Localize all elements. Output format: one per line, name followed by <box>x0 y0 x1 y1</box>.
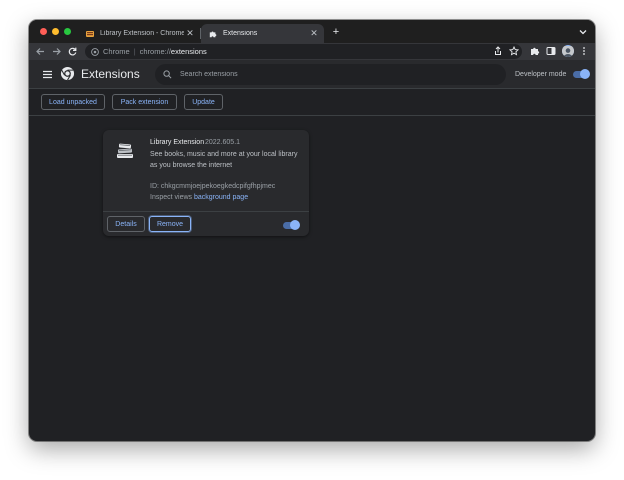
details-button[interactable]: Details <box>107 216 145 232</box>
site-name: Chrome <box>103 47 130 56</box>
reload-icon[interactable] <box>67 46 78 57</box>
developer-action-bar: Load unpacked Pack extension Update <box>29 89 595 116</box>
tab-extensions[interactable]: Extensions ✕ <box>201 24 324 43</box>
toggle-knob <box>290 220 300 230</box>
tab-library-extension[interactable]: Library Extension - Chrome Web ✕ <box>78 24 200 43</box>
tab-title: Library Extension - Chrome Web <box>100 30 184 37</box>
extension-card: Library Extension 2022.605.1 See books, … <box>103 130 309 236</box>
profile-person-icon <box>562 46 574 57</box>
card-divider <box>103 211 309 212</box>
search-icon <box>163 70 172 79</box>
tab-search-chevron-icon[interactable] <box>578 27 588 37</box>
search-input[interactable] <box>180 71 480 78</box>
side-panel-icon[interactable] <box>546 46 556 56</box>
extensions-header: Extensions Developer mode <box>29 60 595 89</box>
zoom-window-button[interactable] <box>64 28 71 35</box>
background-page-link[interactable]: background page <box>194 194 248 201</box>
extension-name: Library Extension <box>150 139 205 146</box>
browser-toolbar: Chrome | chrome://extensions <box>29 43 595 60</box>
inspect-views-label: Inspect views <box>150 194 193 201</box>
omnibox-separator: | <box>133 47 136 56</box>
close-window-button[interactable] <box>40 28 47 35</box>
chrome-site-icon <box>91 47 99 56</box>
url-host: extensions <box>170 47 207 56</box>
extension-id: ID: chkgcmmjoejpekoegkedcpifgfhpjmec <box>150 183 276 190</box>
extension-enabled-toggle[interactable] <box>283 220 300 230</box>
library-favicon-icon <box>86 30 94 37</box>
extensions-puzzle-icon[interactable] <box>530 46 540 56</box>
tab-close-icon[interactable]: ✕ <box>184 28 196 39</box>
load-unpacked-button[interactable]: Load unpacked <box>41 94 105 110</box>
extension-version: 2022.605.1 <box>205 139 241 146</box>
address-bar[interactable]: Chrome | chrome://extensions <box>85 44 522 59</box>
tab-close-icon[interactable]: ✕ <box>308 28 320 39</box>
chrome-logo-icon <box>60 66 75 81</box>
back-icon[interactable] <box>35 46 46 57</box>
developer-mode-toggle[interactable] <box>573 69 590 79</box>
puzzle-favicon-icon <box>209 30 217 37</box>
pack-extension-button[interactable]: Pack extension <box>112 94 177 110</box>
update-button[interactable]: Update <box>184 94 223 110</box>
forward-icon[interactable] <box>51 46 62 57</box>
tab-title: Extensions <box>223 30 258 37</box>
developer-mode-label: Developer mode <box>515 71 567 78</box>
minimize-window-button[interactable] <box>52 28 59 35</box>
inspect-views: Inspect views background page <box>150 194 248 201</box>
profile-avatar[interactable] <box>562 45 574 57</box>
new-tab-button[interactable]: + <box>329 25 343 39</box>
toggle-knob <box>580 69 590 79</box>
extension-description: See books, music and more at your local … <box>150 151 298 169</box>
tab-strip: Library Extension - Chrome Web ✕ Extensi… <box>29 20 595 43</box>
bookmark-star-icon[interactable] <box>509 46 519 56</box>
share-icon[interactable] <box>493 46 503 56</box>
page-title: Extensions <box>81 67 140 81</box>
url-scheme: chrome:// <box>139 47 171 56</box>
hamburger-menu-icon[interactable] <box>42 69 53 80</box>
browser-window: Library Extension - Chrome Web ✕ Extensi… <box>29 20 595 441</box>
remove-button[interactable]: Remove <box>149 216 191 232</box>
books-stack-icon <box>117 143 133 158</box>
search-box[interactable] <box>155 64 506 85</box>
kebab-menu-icon[interactable] <box>579 46 589 56</box>
